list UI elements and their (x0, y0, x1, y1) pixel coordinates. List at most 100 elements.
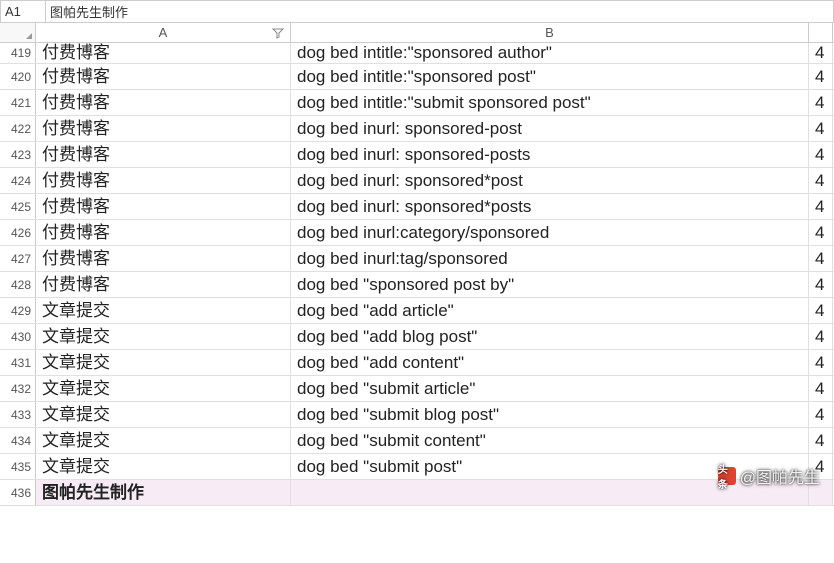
cell[interactable]: dog bed "add blog post" (291, 324, 809, 349)
cell[interactable]: dog bed inurl:category/sponsored (291, 220, 809, 245)
row-header[interactable]: 422 (0, 116, 36, 141)
cell[interactable]: 4 (809, 298, 833, 323)
row-header[interactable]: 426 (0, 220, 36, 245)
table-row: 426 付费博客 dog bed inurl:category/sponsore… (0, 220, 834, 246)
name-box: A1 图帕先生制作 (0, 0, 834, 23)
table-row: 427 付费博客 dog bed inurl:tag/sponsored 4 (0, 246, 834, 272)
cell[interactable]: dog bed "submit blog post" (291, 402, 809, 427)
cell[interactable]: 4 (809, 324, 833, 349)
row-header[interactable]: 419 (0, 43, 36, 63)
cell[interactable]: 文章提交 (36, 428, 291, 453)
cell[interactable]: dog bed inurl:tag/sponsored (291, 246, 809, 271)
table-row: 430 文章提交 dog bed "add blog post" 4 (0, 324, 834, 350)
cell[interactable]: 4 (809, 220, 833, 245)
cell[interactable]: dog bed inurl: sponsored*post (291, 168, 809, 193)
cell[interactable]: 付费博客 (36, 116, 291, 141)
row-header[interactable]: 423 (0, 142, 36, 167)
table-row: 421 付费博客 dog bed intitle:"submit sponsor… (0, 90, 834, 116)
cell[interactable]: 4 (809, 272, 833, 297)
row-header[interactable]: 425 (0, 194, 36, 219)
cell[interactable]: 付费博客 (36, 272, 291, 297)
cell[interactable]: dog bed inurl: sponsored-post (291, 116, 809, 141)
rows-container: 419 付费博客 dog bed intitle:"sponsored auth… (0, 43, 834, 506)
cell[interactable]: dog bed "add content" (291, 350, 809, 375)
table-row: 436 图帕先生制作 (0, 480, 834, 506)
cell[interactable]: 文章提交 (36, 454, 291, 479)
cell-reference[interactable]: A1 (1, 4, 45, 19)
cell[interactable]: 4 (809, 64, 833, 89)
cell[interactable]: dog bed intitle:"sponsored post" (291, 64, 809, 89)
cell[interactable]: 付费博客 (36, 220, 291, 245)
table-row: 424 付费博客 dog bed inurl: sponsored*post 4 (0, 168, 834, 194)
cell[interactable]: dog bed "submit content" (291, 428, 809, 453)
cell[interactable]: 4 (809, 402, 833, 427)
row-header[interactable]: 427 (0, 246, 36, 271)
cell[interactable]: 付费博客 (36, 194, 291, 219)
cell[interactable]: dog bed "sponsored post by" (291, 272, 809, 297)
cell[interactable]: 付费博客 (36, 64, 291, 89)
column-header-a[interactable]: A (36, 23, 291, 42)
cell[interactable]: 图帕先生制作 (36, 480, 291, 505)
table-row: 425 付费博客 dog bed inurl: sponsored*posts … (0, 194, 834, 220)
table-row: 423 付费博客 dog bed inurl: sponsored-posts … (0, 142, 834, 168)
cell[interactable] (291, 480, 809, 505)
column-header-c[interactable] (809, 23, 833, 42)
cell[interactable]: 4 (809, 350, 833, 375)
filter-dropdown-icon[interactable] (272, 27, 284, 39)
row-header[interactable]: 432 (0, 376, 36, 401)
row-header[interactable]: 434 (0, 428, 36, 453)
cell[interactable]: 4 (809, 428, 833, 453)
spreadsheet-grid: A B 419 付费博客 dog bed intitle:"sponsored … (0, 23, 834, 506)
cell[interactable]: dog bed inurl: sponsored-posts (291, 142, 809, 167)
row-header[interactable]: 431 (0, 350, 36, 375)
cell[interactable]: dog bed intitle:"sponsored author" (291, 43, 809, 63)
cell[interactable]: 4 (809, 116, 833, 141)
table-row: 429 文章提交 dog bed "add article" 4 (0, 298, 834, 324)
row-header[interactable]: 436 (0, 480, 36, 505)
cell[interactable]: 文章提交 (36, 350, 291, 375)
table-row: 433 文章提交 dog bed "submit blog post" 4 (0, 402, 834, 428)
cell[interactable]: 付费博客 (36, 43, 291, 63)
table-row: 431 文章提交 dog bed "add content" 4 (0, 350, 834, 376)
cell[interactable]: 文章提交 (36, 324, 291, 349)
cell[interactable]: 付费博客 (36, 142, 291, 167)
table-row: 420 付费博客 dog bed intitle:"sponsored post… (0, 64, 834, 90)
column-header-b[interactable]: B (291, 23, 809, 42)
cell[interactable]: 4 (809, 194, 833, 219)
cell[interactable]: dog bed inurl: sponsored*posts (291, 194, 809, 219)
cell[interactable]: 4 (809, 454, 833, 479)
table-row: 419 付费博客 dog bed intitle:"sponsored auth… (0, 43, 834, 64)
column-label: A (159, 25, 168, 40)
cell[interactable]: 4 (809, 376, 833, 401)
table-row: 428 付费博客 dog bed "sponsored post by" 4 (0, 272, 834, 298)
row-header[interactable]: 428 (0, 272, 36, 297)
cell[interactable]: 文章提交 (36, 298, 291, 323)
cell[interactable]: 4 (809, 246, 833, 271)
cell[interactable]: 4 (809, 142, 833, 167)
row-header[interactable]: 420 (0, 64, 36, 89)
cell[interactable] (809, 480, 833, 505)
cell[interactable]: dog bed intitle:"submit sponsored post" (291, 90, 809, 115)
column-label: B (545, 25, 554, 40)
cell[interactable]: dog bed "add article" (291, 298, 809, 323)
row-header[interactable]: 429 (0, 298, 36, 323)
cell[interactable]: 付费博客 (36, 246, 291, 271)
cell[interactable]: 付费博客 (36, 168, 291, 193)
formula-value[interactable]: 图帕先生制作 (45, 1, 833, 22)
row-header[interactable]: 424 (0, 168, 36, 193)
cell[interactable]: 4 (809, 90, 833, 115)
cell[interactable]: 4 (809, 168, 833, 193)
row-header[interactable]: 421 (0, 90, 36, 115)
row-header[interactable]: 435 (0, 454, 36, 479)
cell[interactable]: 4 (809, 43, 833, 63)
cell[interactable]: dog bed "submit post" (291, 454, 809, 479)
select-all-corner[interactable] (0, 23, 36, 42)
cell[interactable]: 文章提交 (36, 402, 291, 427)
cell[interactable]: 文章提交 (36, 376, 291, 401)
row-header[interactable]: 430 (0, 324, 36, 349)
table-row: 432 文章提交 dog bed "submit article" 4 (0, 376, 834, 402)
row-header[interactable]: 433 (0, 402, 36, 427)
cell[interactable]: 付费博客 (36, 90, 291, 115)
cell[interactable]: dog bed "submit article" (291, 376, 809, 401)
table-row: 422 付费博客 dog bed inurl: sponsored-post 4 (0, 116, 834, 142)
